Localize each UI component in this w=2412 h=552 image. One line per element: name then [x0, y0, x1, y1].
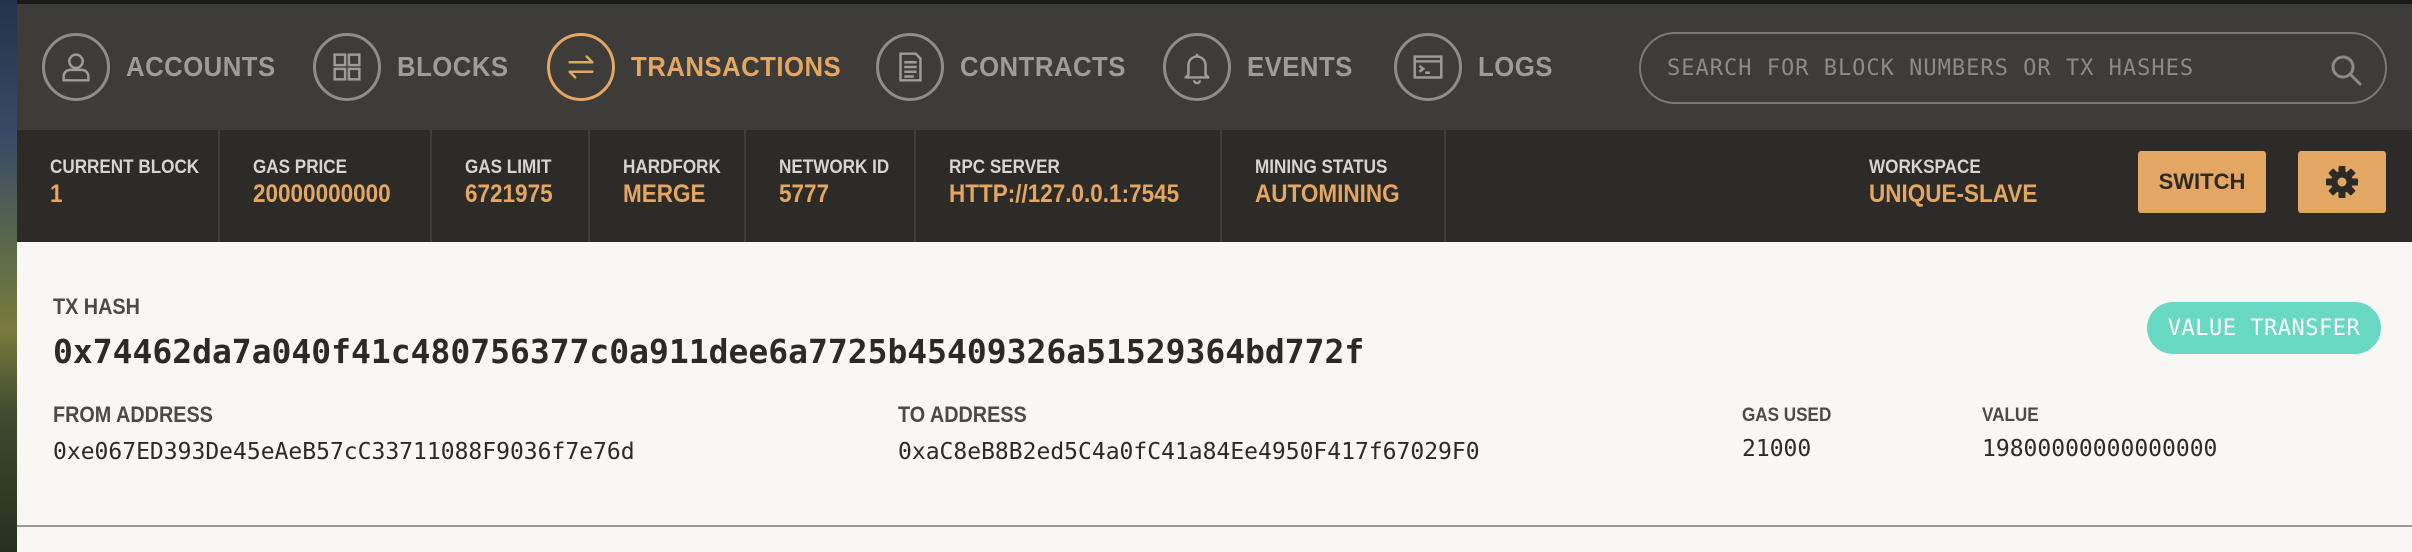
- nav-accounts[interactable]: ACCOUNTS: [42, 4, 289, 130]
- mining-status-label: MINING STATUS: [1255, 157, 1388, 178]
- nav-events[interactable]: EVENTS: [1163, 4, 1362, 130]
- tx-hash-label: TX HASH: [53, 294, 140, 319]
- nav-blocks[interactable]: BLOCKS: [313, 4, 518, 130]
- gas-limit-label: GAS LIMIT: [465, 157, 552, 178]
- tx-type-badge: VALUE TRANSFER: [2147, 302, 2381, 354]
- swap-arrows-icon: [547, 33, 615, 101]
- workspace-label: WORKSPACE: [1869, 157, 1981, 178]
- from-address-value: 0xe067ED393De45eAeB57cC33711088F9036f7e7…: [53, 439, 635, 465]
- hardfork-label: HARDFORK: [623, 157, 721, 178]
- bell-icon: [1163, 33, 1231, 101]
- nav-transactions-label: TRANSACTIONS: [631, 51, 842, 82]
- nav-contracts[interactable]: CONTRACTS: [876, 4, 1140, 130]
- gear-icon: [2326, 166, 2358, 198]
- document-icon: [876, 33, 944, 101]
- grid-icon: [313, 33, 381, 101]
- mining-status-value: AUTOMINING: [1255, 180, 1400, 208]
- nav-events-label: EVENTS: [1247, 51, 1353, 82]
- from-address-label: FROM ADDRESS: [53, 402, 213, 427]
- transaction-detail-panel: TX HASH 0x74462da7a040f41c480756377c0a91…: [17, 242, 2412, 527]
- gas-used-label: GAS USED: [1742, 405, 1832, 426]
- workspace-name: UNIQUE-SLAVE: [1869, 180, 2038, 208]
- rpc-server-label: RPC SERVER: [949, 157, 1060, 178]
- stat-gas-price: GAS PRICE 20000000000: [220, 130, 432, 242]
- search-box[interactable]: [1639, 32, 2387, 104]
- top-navigation-bar: ACCOUNTS BLOCKS TRANSACTIONS CONTRACTS E…: [17, 0, 2412, 130]
- list-continuation: [17, 527, 2412, 552]
- nav-transactions[interactable]: TRANSACTIONS: [547, 4, 859, 130]
- current-block-label: CURRENT BLOCK: [50, 157, 200, 178]
- network-id-label: NETWORK ID: [779, 157, 890, 178]
- to-address-label: TO ADDRESS: [898, 402, 1027, 427]
- settings-button[interactable]: [2298, 151, 2386, 213]
- desktop-wallpaper-strip: [0, 0, 17, 552]
- ganache-window: ACCOUNTS BLOCKS TRANSACTIONS CONTRACTS E…: [17, 0, 2412, 552]
- terminal-icon: [1394, 33, 1462, 101]
- user-icon: [42, 33, 110, 101]
- rpc-server-value: HTTP://127.0.0.1:7545: [949, 180, 1180, 208]
- switch-workspace-button[interactable]: SWITCH: [2138, 151, 2266, 213]
- stat-rpc-server: RPC SERVER HTTP://127.0.0.1:7545: [916, 130, 1222, 242]
- network-id-value: 5777: [779, 180, 830, 208]
- gas-used-value: 21000: [1742, 436, 1812, 462]
- to-address-value: 0xaC8eB8B2ed5C4a0fC41a84Ee4950F417f67029…: [898, 439, 1480, 465]
- nav-logs[interactable]: LOGS: [1394, 4, 1559, 130]
- stat-network-id: NETWORK ID 5777: [746, 130, 916, 242]
- gas-price-label: GAS PRICE: [253, 157, 348, 178]
- current-block-value: 1: [50, 180, 63, 208]
- stat-mining-status: MINING STATUS AUTOMINING: [1222, 130, 1446, 242]
- stat-gas-limit: GAS LIMIT 6721975: [432, 130, 590, 242]
- search-icon[interactable]: [2329, 53, 2363, 87]
- value-amount: 19800000000000000: [1982, 436, 2218, 462]
- stat-current-block: CURRENT BLOCK 1: [17, 130, 220, 242]
- blockchain-status-bar: CURRENT BLOCK 1 GAS PRICE 20000000000 GA…: [17, 130, 2412, 242]
- nav-accounts-label: ACCOUNTS: [126, 51, 276, 82]
- value-label: VALUE: [1982, 405, 2039, 426]
- gas-price-value: 20000000000: [253, 180, 391, 208]
- nav-logs-label: LOGS: [1478, 51, 1553, 82]
- nav-contracts-label: CONTRACTS: [960, 51, 1126, 82]
- stat-hardfork: HARDFORK MERGE: [590, 130, 746, 242]
- search-input[interactable]: [1665, 54, 2309, 82]
- gas-limit-value: 6721975: [465, 180, 553, 208]
- nav-blocks-label: BLOCKS: [397, 51, 509, 82]
- tx-hash-value: 0x74462da7a040f41c480756377c0a911dee6a77…: [53, 332, 1365, 371]
- hardfork-value: MERGE: [623, 180, 706, 208]
